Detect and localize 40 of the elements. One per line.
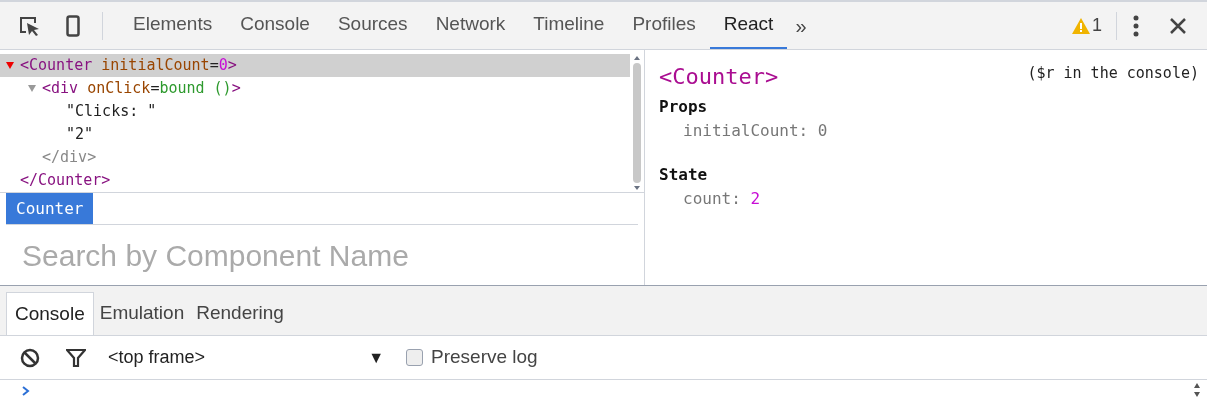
panel-tab[interactable]: Sources bbox=[323, 2, 422, 49]
tree-row[interactable]: <Counter initialCount=0> bbox=[0, 54, 630, 77]
component-title: <Counter> bbox=[659, 63, 779, 91]
warning-icon bbox=[1072, 17, 1090, 34]
property-row-text: initialCount: 0 bbox=[682, 120, 829, 142]
close-icon[interactable] bbox=[1169, 16, 1187, 35]
drawer-tab[interactable]: Console bbox=[6, 292, 94, 335]
drawer-tab[interactable]: Emulation bbox=[93, 292, 191, 335]
property-row-text: count: 2 bbox=[682, 188, 762, 210]
tag-line: <Counter initialCount=0> bbox=[20, 55, 237, 77]
search-field[interactable]: Search by Component Name bbox=[6, 232, 638, 278]
drawer-tab[interactable]: Rendering bbox=[190, 292, 290, 335]
text-node[interactable]: "2" bbox=[66, 123, 94, 146]
closing-tag: </div> bbox=[42, 146, 97, 169]
warning-counter[interactable]: 1 bbox=[1072, 12, 1102, 39]
more-options-icon[interactable] bbox=[1133, 14, 1139, 37]
filter-icon[interactable] bbox=[66, 347, 86, 368]
disclosure-triangle-icon[interactable] bbox=[6, 62, 14, 69]
phone-icon[interactable] bbox=[66, 14, 80, 37]
panel-tab[interactable]: Profiles bbox=[618, 2, 710, 49]
text-node[interactable]: "Clicks: " bbox=[66, 100, 157, 123]
clear-console-icon[interactable] bbox=[20, 347, 40, 368]
tree-row[interactable]: <div onClick=bound ()> bbox=[0, 77, 630, 100]
panel-tab[interactable]: Timeline bbox=[519, 2, 619, 49]
tag-line: <div onClick=bound ()> bbox=[42, 78, 241, 100]
preserve-log-checkbox[interactable]: Preserve log bbox=[406, 343, 538, 372]
breadcrumb[interactable]: Counter bbox=[6, 193, 94, 224]
more-tabs-button[interactable]: » bbox=[795, 10, 807, 41]
panel-tab[interactable]: Console bbox=[226, 2, 324, 49]
section-heading: Props bbox=[659, 96, 709, 118]
console-hint: ($r in the console) bbox=[1027, 63, 1199, 84]
panel-tab[interactable]: Network bbox=[421, 2, 520, 49]
closing-tag: </Counter> bbox=[20, 169, 111, 192]
prompt-icon bbox=[22, 386, 30, 396]
disclosure-triangle-icon[interactable] bbox=[28, 85, 36, 92]
panel-tab[interactable]: React bbox=[709, 2, 788, 49]
frame-select[interactable]: <top frame> ▼ bbox=[108, 344, 398, 371]
section-heading: State bbox=[659, 164, 709, 186]
scroll-arrows-icon[interactable] bbox=[1193, 382, 1201, 398]
panel-tab[interactable]: Elements bbox=[119, 2, 227, 49]
